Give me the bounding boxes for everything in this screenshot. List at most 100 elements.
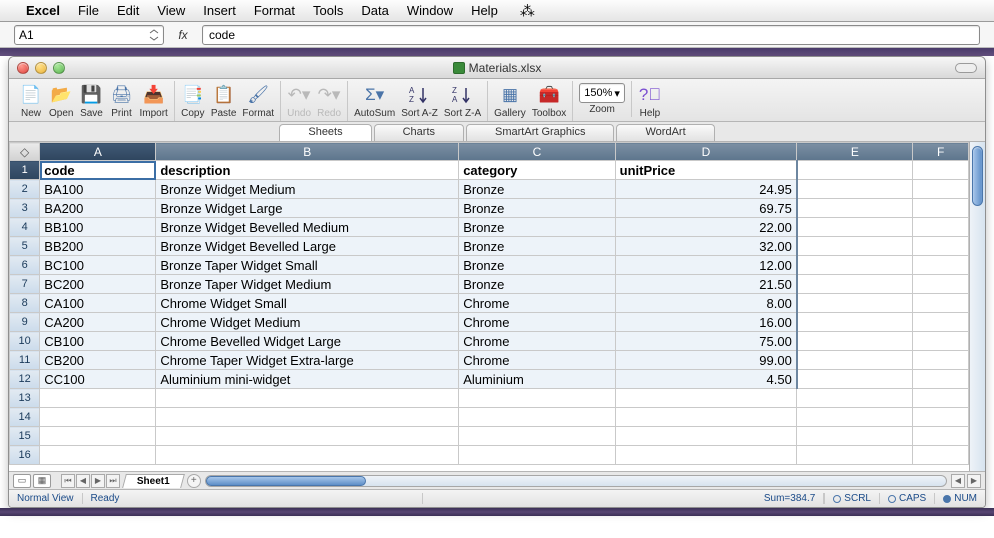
import-icon[interactable]: 📥 <box>142 83 166 107</box>
col-header-A[interactable]: A <box>40 143 156 161</box>
menu-help[interactable]: Help <box>471 3 498 18</box>
cell-E7[interactable] <box>797 275 913 294</box>
cell-D7[interactable]: 21.50 <box>615 275 797 294</box>
cell-A3[interactable]: BA200 <box>40 199 156 218</box>
cell-A14[interactable] <box>40 408 156 427</box>
cell-B5[interactable]: Bronze Widget Bevelled Large <box>156 237 459 256</box>
cell-C4[interactable]: Bronze <box>459 218 615 237</box>
menu-format[interactable]: Format <box>254 3 295 18</box>
col-header-C[interactable]: C <box>459 143 615 161</box>
cell-A1[interactable]: code <box>40 161 156 180</box>
cell-A15[interactable] <box>40 427 156 446</box>
cell-C16[interactable] <box>459 446 615 465</box>
cell-B11[interactable]: Chrome Taper Widget Extra-large <box>156 351 459 370</box>
row-header-16[interactable]: 16 <box>10 446 40 465</box>
cell-B14[interactable] <box>156 408 459 427</box>
cell-B10[interactable]: Chrome Bevelled Widget Large <box>156 332 459 351</box>
cell-D16[interactable] <box>615 446 797 465</box>
cell-E1[interactable] <box>797 161 913 180</box>
new-icon[interactable]: 📄 <box>19 83 43 107</box>
cell-B4[interactable]: Bronze Widget Bevelled Medium <box>156 218 459 237</box>
cell-D6[interactable]: 12.00 <box>615 256 797 275</box>
cell-F16[interactable] <box>913 446 969 465</box>
cell-F9[interactable] <box>913 313 969 332</box>
cell-A7[interactable]: BC200 <box>40 275 156 294</box>
cell-B9[interactable]: Chrome Widget Medium <box>156 313 459 332</box>
row-header-4[interactable]: 4 <box>10 218 40 237</box>
cell-B8[interactable]: Chrome Widget Small <box>156 294 459 313</box>
next-sheet-button[interactable]: ▶ <box>91 474 105 488</box>
cell-D9[interactable]: 16.00 <box>615 313 797 332</box>
cell-D1[interactable]: unitPrice <box>615 161 797 180</box>
cell-C14[interactable] <box>459 408 615 427</box>
copy-icon[interactable]: 📑 <box>181 83 205 107</box>
cell-A11[interactable]: CB200 <box>40 351 156 370</box>
cell-B16[interactable] <box>156 446 459 465</box>
cell-F14[interactable] <box>913 408 969 427</box>
cell-B6[interactable]: Bronze Taper Widget Small <box>156 256 459 275</box>
cell-D14[interactable] <box>615 408 797 427</box>
status-sum[interactable]: Sum=384.7 <box>756 493 824 504</box>
subtab-wordart[interactable]: WordArt <box>616 124 714 141</box>
undo-icon[interactable]: ↶▾ <box>287 83 311 107</box>
select-all-corner[interactable]: ◇ <box>10 143 40 161</box>
cell-D3[interactable]: 69.75 <box>615 199 797 218</box>
cell-C12[interactable]: Aluminium <box>459 370 615 389</box>
name-box[interactable]: A1 <box>14 25 164 45</box>
cell-E13[interactable] <box>797 389 913 408</box>
cell-F7[interactable] <box>913 275 969 294</box>
cell-A10[interactable]: CB100 <box>40 332 156 351</box>
row-header-14[interactable]: 14 <box>10 408 40 427</box>
col-header-D[interactable]: D <box>615 143 797 161</box>
cell-E4[interactable] <box>797 218 913 237</box>
cell-C11[interactable]: Chrome <box>459 351 615 370</box>
cell-C5[interactable]: Bronze <box>459 237 615 256</box>
cell-C7[interactable]: Bronze <box>459 275 615 294</box>
first-sheet-button[interactable]: ⏮ <box>61 474 75 488</box>
autosum-icon[interactable]: Σ▾ <box>360 83 390 107</box>
cell-F5[interactable] <box>913 237 969 256</box>
cell-C13[interactable] <box>459 389 615 408</box>
scroll-right-button[interactable]: ▶ <box>967 474 981 488</box>
row-header-3[interactable]: 3 <box>10 199 40 218</box>
row-header-12[interactable]: 12 <box>10 370 40 389</box>
save-icon[interactable]: 💾 <box>79 83 103 107</box>
last-sheet-button[interactable]: ⏭ <box>106 474 120 488</box>
horizontal-scroll-thumb[interactable] <box>206 476 366 486</box>
menu-excel[interactable]: Excel <box>26 3 60 18</box>
cell-E16[interactable] <box>797 446 913 465</box>
row-header-1[interactable]: 1 <box>10 161 40 180</box>
cell-F2[interactable] <box>913 180 969 199</box>
row-header-8[interactable]: 8 <box>10 294 40 313</box>
cell-E14[interactable] <box>797 408 913 427</box>
cell-grid[interactable]: ◇ A B C D E F 1codedescriptioncategoryun… <box>9 142 969 471</box>
fx-label[interactable]: fx <box>172 28 194 42</box>
row-header-5[interactable]: 5 <box>10 237 40 256</box>
cell-E3[interactable] <box>797 199 913 218</box>
row-header-6[interactable]: 6 <box>10 256 40 275</box>
cell-F1[interactable] <box>913 161 969 180</box>
toolbox-icon[interactable]: 🧰 <box>537 83 561 107</box>
row-header-13[interactable]: 13 <box>10 389 40 408</box>
cell-A12[interactable]: CC100 <box>40 370 156 389</box>
menu-tools[interactable]: Tools <box>313 3 343 18</box>
zoom-dropdown[interactable]: 150%▾ <box>579 83 625 103</box>
cell-E9[interactable] <box>797 313 913 332</box>
name-box-dropdown-icon[interactable] <box>149 29 159 41</box>
cell-D10[interactable]: 75.00 <box>615 332 797 351</box>
cell-B1[interactable]: description <box>156 161 459 180</box>
cell-E6[interactable] <box>797 256 913 275</box>
page-layout-view-button[interactable]: ▦ <box>33 474 51 488</box>
window-titlebar[interactable]: Materials.xlsx <box>9 57 985 79</box>
cell-F12[interactable] <box>913 370 969 389</box>
cell-C3[interactable]: Bronze <box>459 199 615 218</box>
prev-sheet-button[interactable]: ◀ <box>76 474 90 488</box>
cell-B15[interactable] <box>156 427 459 446</box>
cell-F6[interactable] <box>913 256 969 275</box>
gallery-icon[interactable]: ▦ <box>498 83 522 107</box>
cell-A6[interactable]: BC100 <box>40 256 156 275</box>
cell-C2[interactable]: Bronze <box>459 180 615 199</box>
cell-A5[interactable]: BB200 <box>40 237 156 256</box>
cell-F11[interactable] <box>913 351 969 370</box>
col-header-F[interactable]: F <box>913 143 969 161</box>
